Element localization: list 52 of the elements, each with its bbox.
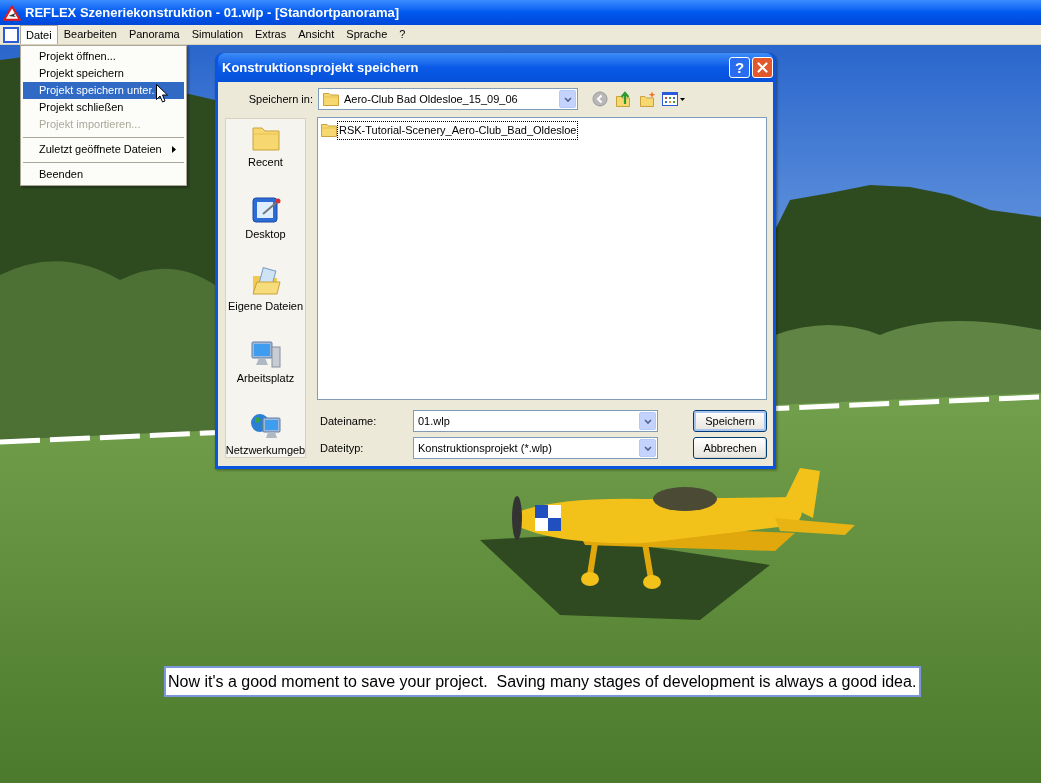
menu-bar-item[interactable]: Datei	[20, 25, 58, 44]
menu-bar-item[interactable]: Extras	[249, 25, 293, 44]
folder-up-icon[interactable]	[616, 91, 632, 107]
menu-item[interactable]: Projekt öffnen...	[23, 48, 184, 65]
mouse-pointer-icon	[156, 84, 168, 103]
file-name-field[interactable]: 01.wlp	[413, 410, 658, 432]
menu-item[interactable]: Zuletzt geöffnete Dateien	[23, 141, 184, 158]
folder-document-icon	[249, 266, 282, 298]
places-item[interactable]: Recent	[226, 122, 305, 194]
computer-icon	[249, 338, 282, 370]
view-menu-icon[interactable]	[662, 91, 686, 107]
chevron-down-icon	[563, 96, 572, 102]
dialog-title: Konstruktionsprojekt speichern	[222, 58, 419, 77]
dropdown-button[interactable]	[559, 90, 576, 108]
cancel-button[interactable]: Abbrechen	[693, 437, 767, 459]
back-icon[interactable]	[592, 91, 608, 107]
close-button[interactable]	[752, 57, 773, 78]
chevron-down-icon	[643, 418, 652, 424]
menu-bar-item[interactable]: Simulation	[185, 25, 250, 44]
file-name-label: Dateiname:	[319, 413, 378, 429]
window-title: REFLEX Szeneriekonstruktion - 01.wlp - [Standortpanorama]	[25, 6, 400, 19]
help-button[interactable]: ?	[729, 57, 750, 78]
tip-caption: Now it's a good moment to save your project. Saving many stages of development is always a good idea.	[164, 666, 922, 697]
menu-bar-item[interactable]: ?	[393, 25, 412, 44]
menu-item[interactable]: Projekt speichern	[23, 65, 184, 82]
close-icon	[757, 62, 768, 73]
window-icon[interactable]	[3, 26, 19, 43]
new-folder-icon[interactable]	[640, 91, 656, 107]
folder-icon	[321, 123, 337, 138]
look-in-label: Speichern in:	[247, 91, 313, 107]
menu-item[interactable]: Projekt schließen	[23, 99, 184, 116]
places-item[interactable]: Netzwerkumgeb	[226, 410, 305, 457]
dropdown-button[interactable]	[639, 439, 656, 457]
menu-bar-item[interactable]: Sprache	[340, 25, 394, 44]
chevron-down-icon	[643, 445, 652, 451]
submenu-arrow-icon	[172, 146, 176, 153]
folder-icon	[323, 92, 339, 106]
file-type-dropdown[interactable]: Konstruktionsprojekt (*.wlp)	[413, 437, 658, 459]
menu-bar-item[interactable]: Ansicht	[292, 25, 341, 44]
menu-item[interactable]: Beenden	[23, 166, 184, 183]
places-item[interactable]: Arbeitsplatz	[226, 338, 305, 410]
file-type-label: Dateityp:	[319, 440, 365, 456]
menu-bar-item[interactable]: Bearbeiten	[57, 25, 123, 44]
places-item[interactable]: Eigene Dateien	[226, 266, 305, 338]
folder-dropdown[interactable]: Aero-Club Bad Oldesloe_15_09_06	[318, 88, 578, 110]
menu-bar-item[interactable]: Panorama	[122, 25, 186, 44]
save-button[interactable]: Speichern	[693, 410, 767, 432]
desktop-icon	[249, 194, 282, 226]
places-item[interactable]: Desktop	[226, 194, 305, 266]
dropdown-button[interactable]	[639, 412, 656, 430]
menu-item[interactable]: Projekt speichern unter.	[23, 82, 184, 99]
warning-sign-icon	[3, 4, 21, 21]
